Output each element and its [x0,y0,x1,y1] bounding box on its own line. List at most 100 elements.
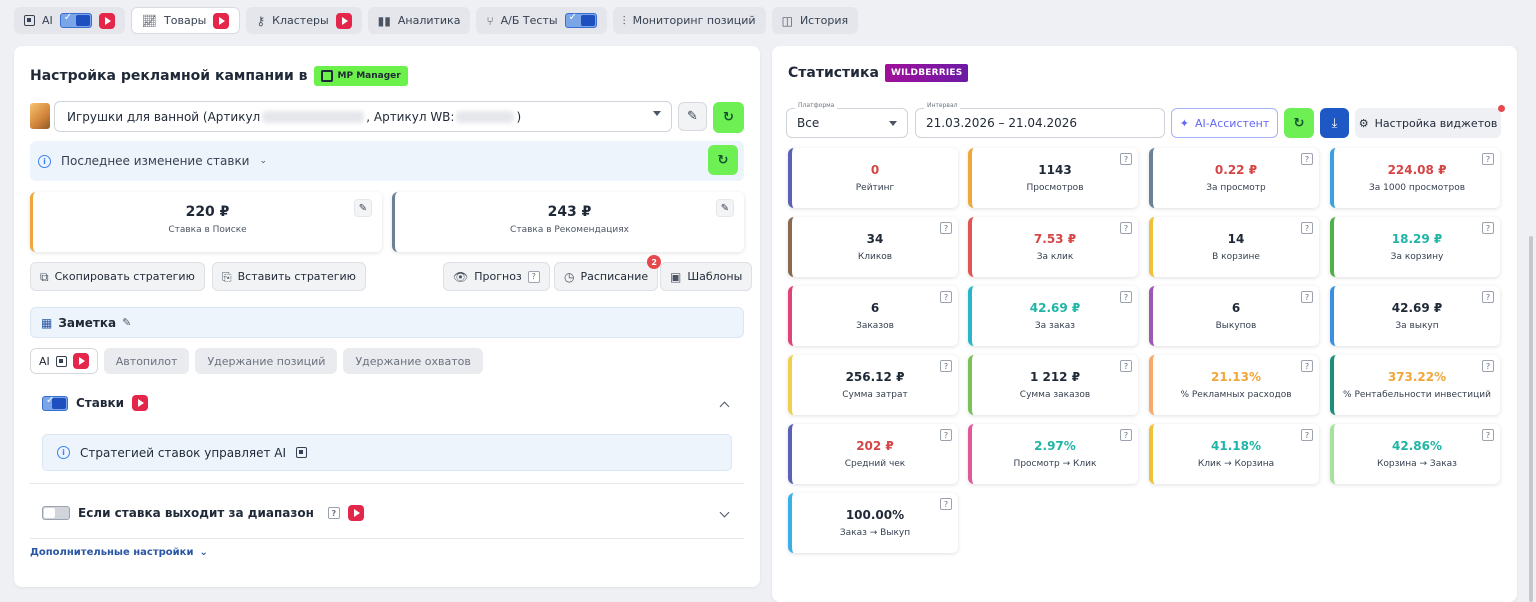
refresh-icon: ↻ [723,110,734,125]
stat-label: Выкупов [1215,321,1257,331]
refresh-product-button[interactable]: ↻ [713,102,744,133]
note-bar[interactable]: ▦ Заметка ✎ [30,307,744,338]
info-icon: i [57,446,70,459]
download-button[interactable]: ⤓ [1320,108,1349,138]
copy-strategy-button[interactable]: ⧉ Скопировать стратегию [30,262,205,291]
help-icon[interactable]: ? [1120,429,1132,441]
edit-search-bid-button[interactable]: ✎ [354,199,372,217]
help-icon[interactable]: ? [1482,291,1494,303]
help-icon[interactable]: ? [940,360,952,372]
templates-button[interactable]: ▣ Шаблоны [660,262,753,291]
mode-autopilot-label: Автопилот [115,354,178,368]
recommendation-bid-label: Ставка в Рекомендациях [510,225,629,235]
notification-dot [1498,105,1505,112]
help-icon[interactable]: ? [940,498,952,510]
refresh-icon: ↻ [1293,115,1305,131]
product-select[interactable]: Игрушки для ванной (Артикул , Артикул WB… [54,101,672,132]
tab-ab-tests[interactable]: ⑂ А/Б Тесты [476,7,607,34]
forecast-label: Прогноз [474,270,522,283]
bids-toggle[interactable] [42,395,68,411]
video-icon[interactable] [335,12,352,29]
edit-product-button[interactable]: ✎ [678,102,707,131]
range-section-header[interactable]: Если ставка выходит за диапазон ? [42,505,364,521]
help-icon[interactable]: ? [527,270,540,283]
chip-icon [55,355,67,367]
platform-select[interactable]: Платформа Все [786,102,908,138]
refresh-history-button[interactable]: ↻ [708,145,738,175]
help-icon[interactable]: ? [1301,291,1313,303]
help-icon[interactable]: ? [1301,360,1313,372]
stat-label: Рейтинг [855,183,895,193]
stat-label: В корзине [1212,252,1260,262]
widget-settings-button[interactable]: ⚙ Настройка виджетов [1355,105,1505,138]
video-icon[interactable] [132,395,149,411]
help-icon[interactable]: ? [1482,360,1494,372]
stat-label: Средний чек [844,459,906,469]
tab-history[interactable]: ◫ История [771,7,859,34]
pencil-icon[interactable]: ✎ [122,317,131,328]
mode-autopilot[interactable]: Автопилот [103,348,190,374]
pencil-icon: ✎ [358,202,368,214]
additional-settings-link[interactable]: Дополнительные настройки ⌄ [30,547,208,558]
ab-toggle[interactable] [564,12,597,28]
schedule-button[interactable]: ◷ Расписание 2 [554,255,662,291]
chip-icon [24,15,35,26]
paste-strategy-button[interactable]: ⎘ Вставить стратегию [212,262,366,291]
page-scrollbar[interactable] [1529,236,1533,602]
help-icon[interactable]: ? [1301,429,1313,441]
ai-toggle[interactable] [59,12,92,28]
product-prefix: Игрушки для ванной (Артикул [67,109,261,124]
video-icon[interactable] [213,12,230,29]
info-icon: i [38,154,51,168]
page-title: Настройка рекламной кампании в MP Manage… [30,66,408,86]
last-change-bar[interactable]: i Последнее изменение ставки ⌄ ↻ [30,141,744,181]
statistics-title: Статистика WILDBERRIES [788,64,969,82]
help-icon[interactable]: ? [1120,360,1132,372]
tab-position-monitoring[interactable]: ⫶ Мониторинг позиций [612,7,766,34]
stat-card: 202 ₽ Средний чек? [788,424,958,484]
stat-card: 42.86% Корзина → Заказ? [1330,424,1500,484]
bids-section-header[interactable]: Ставки [42,395,149,411]
help-icon[interactable]: ? [1482,429,1494,441]
stat-card: 42.69 ₽ За заказ? [968,286,1138,346]
help-icon[interactable]: ? [1301,153,1313,165]
campaign-settings-panel: Настройка рекламной кампании в MP Manage… [14,46,760,587]
help-icon[interactable]: ? [327,507,340,519]
tab-products[interactable]: 📈︎ Товары [130,7,241,34]
statistics-panel: Статистика WILDBERRIES Платформа Все Инт… [772,46,1517,602]
wildberries-badge: WILDBERRIES [884,64,969,82]
mode-hold-positions[interactable]: Удержание позиций [195,348,338,374]
help-icon[interactable]: ? [940,429,952,441]
video-icon[interactable] [98,12,115,29]
stat-label: Кликов [857,252,893,262]
stat-card: 0 Рейтинг [788,148,958,208]
help-icon[interactable]: ? [1120,222,1132,234]
help-icon[interactable]: ? [940,291,952,303]
help-icon[interactable]: ? [1120,291,1132,303]
tab-ai[interactable]: AI [14,7,125,34]
chevron-up-icon[interactable] [719,401,730,412]
mode-hold-reach[interactable]: Удержание охватов [343,348,483,374]
mode-ai[interactable]: AI [30,348,98,374]
ai-assistant-button[interactable]: ✦ AI-Ассистент [1171,108,1278,138]
video-icon[interactable] [347,505,364,521]
chevron-down-icon: ⌄ [259,156,268,166]
help-icon[interactable]: ? [1482,222,1494,234]
edit-recommendation-bid-button[interactable]: ✎ [716,199,734,217]
refresh-stats-button[interactable]: ↻ [1284,108,1314,138]
interval-picker[interactable]: Интервал 21.03.2026 – 21.04.2026 [915,102,1165,138]
stat-card: 21.13% % Рекламных расходов? [1149,355,1319,415]
help-icon[interactable]: ? [1482,153,1494,165]
tab-clusters[interactable]: ⚷ Кластеры [246,7,362,34]
forecast-button[interactable]: 👁︎ Прогноз ? [443,262,550,291]
range-toggle[interactable] [42,506,70,520]
tab-analytics[interactable]: ▮▮ Аналитика [367,7,471,34]
chevron-down-icon[interactable] [719,507,730,518]
stat-card: 6 Выкупов? [1149,286,1319,346]
search-bid-label: Ставка в Поиске [168,225,247,235]
platform-label: Платформа [795,102,838,109]
help-icon[interactable]: ? [1120,153,1132,165]
help-icon[interactable]: ? [1301,222,1313,234]
video-icon[interactable] [72,353,89,369]
help-icon[interactable]: ? [940,222,952,234]
